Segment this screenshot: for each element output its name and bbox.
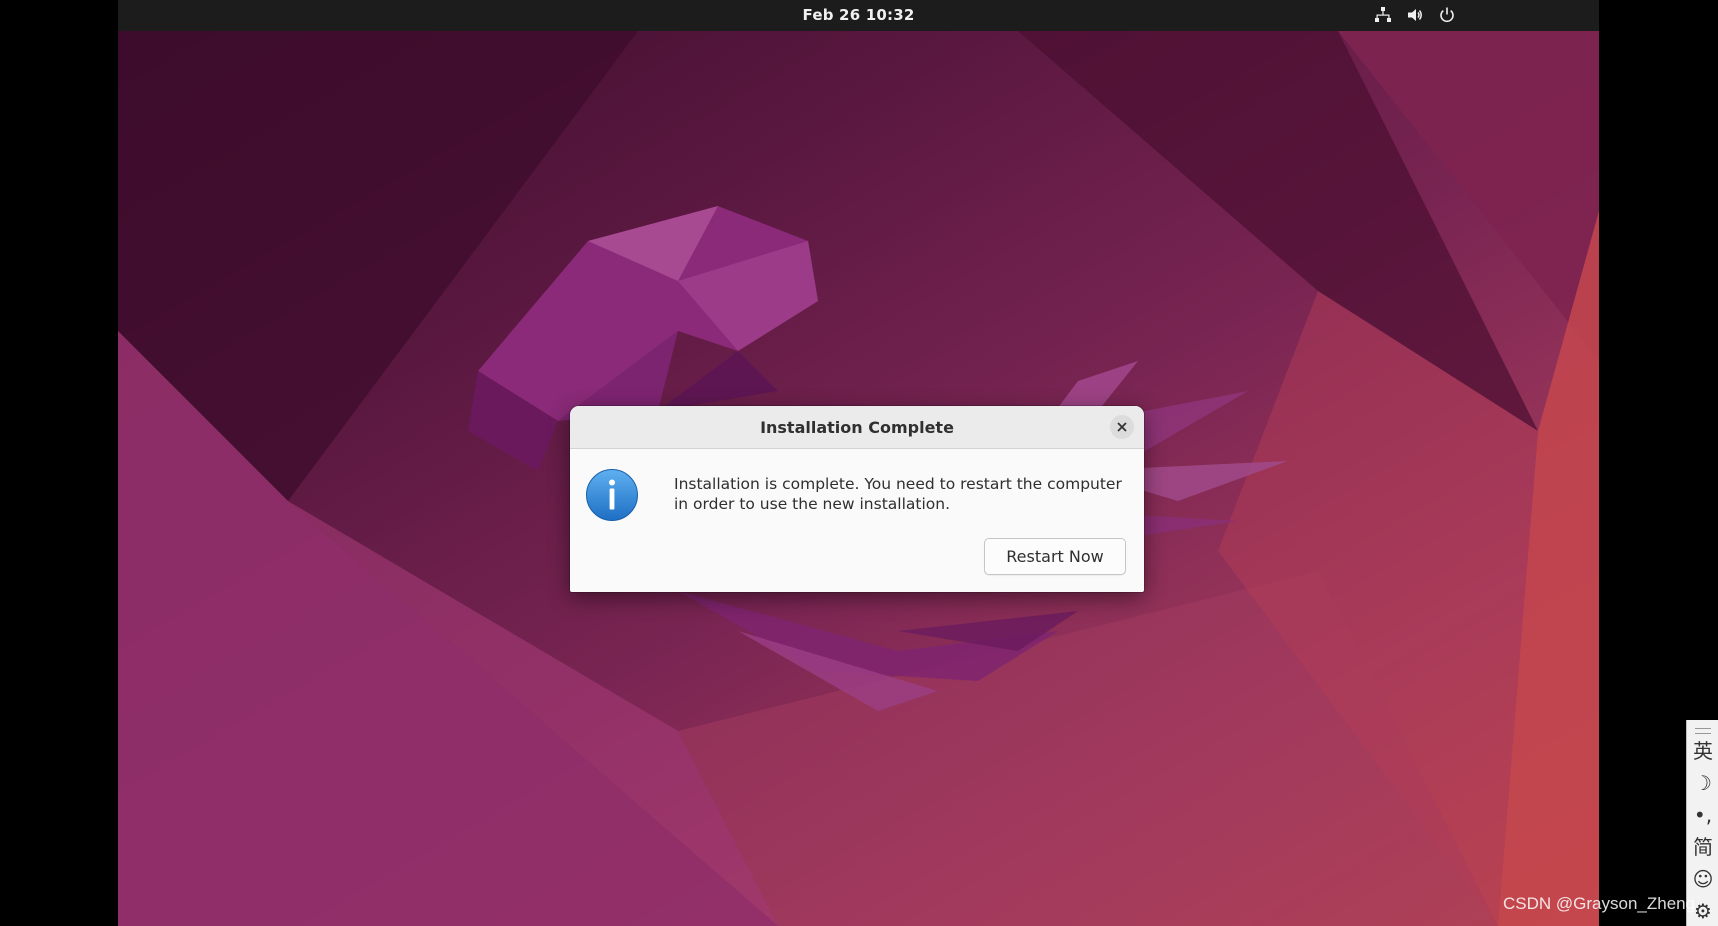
close-button[interactable] bbox=[1110, 415, 1134, 439]
close-icon bbox=[1117, 422, 1127, 432]
ime-emoji-icon[interactable]: ☺ bbox=[1687, 867, 1718, 891]
ime-language-toggle[interactable]: 英 bbox=[1687, 739, 1718, 763]
drag-handle[interactable] bbox=[1695, 728, 1711, 734]
desktop: Feb 26 10:32 Installation Complete Insta… bbox=[118, 0, 1599, 926]
installation-complete-dialog: Installation Complete Installation is co… bbox=[570, 406, 1144, 592]
volume-icon[interactable] bbox=[1406, 6, 1424, 24]
ime-simplified-toggle[interactable]: 简 bbox=[1687, 835, 1718, 859]
ime-punctuation-toggle[interactable]: •, bbox=[1687, 803, 1718, 827]
dialog-message: Installation is complete. You need to re… bbox=[674, 475, 1122, 513]
ime-mode-moon-icon[interactable]: ☽ bbox=[1687, 771, 1718, 795]
restart-now-button[interactable]: Restart Now bbox=[984, 538, 1126, 575]
dialog-title: Installation Complete bbox=[760, 418, 954, 437]
power-icon[interactable] bbox=[1438, 6, 1456, 24]
info-icon bbox=[586, 469, 638, 521]
dialog-header: Installation Complete bbox=[570, 406, 1144, 449]
network-icon[interactable] bbox=[1374, 6, 1392, 24]
top-bar: Feb 26 10:32 bbox=[118, 0, 1599, 31]
watermark: CSDN @Grayson_Zheng bbox=[1503, 894, 1696, 913]
